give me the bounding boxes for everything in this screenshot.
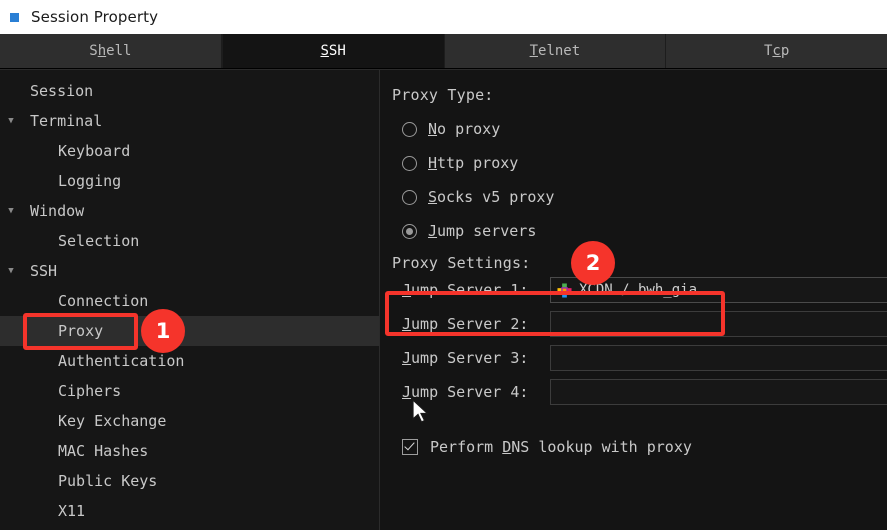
sidebar-item-public-keys[interactable]: Public Keys [0, 466, 379, 496]
tab-bar: Shell SSH Telnet Tcp [0, 34, 887, 69]
tab-telnet-label: Telnet [529, 43, 581, 59]
tab-telnet[interactable]: Telnet [444, 34, 667, 68]
session-pinwheel-icon [557, 282, 572, 298]
jump-server-2-label: Jump Server 2: [402, 315, 529, 333]
sidebar-item-mac-hashes[interactable]: MAC Hashes [0, 436, 379, 466]
jump-server-1-row: Jump Server 1: XCDN / bwh_gia [390, 274, 887, 306]
sidebar-item-label: Session [30, 82, 94, 100]
radio-socks-v5-proxy[interactable]: Socks v5 proxy [390, 180, 887, 214]
sidebar-item-window[interactable]: ▼ Window [0, 196, 379, 226]
radio-http-proxy-indicator[interactable] [402, 155, 417, 171]
radio-http-proxy[interactable]: Http proxy [390, 146, 887, 180]
sidebar-item-label: Public Keys [58, 472, 158, 490]
jump-server-3-label: Jump Server 3: [402, 349, 529, 367]
radio-jump-servers-label: Jump servers [428, 222, 537, 240]
sidebar-item-label: Connection [58, 292, 149, 310]
tab-shell-label: Shell [89, 43, 132, 59]
sidebar-item-x11[interactable]: X11 [0, 496, 379, 526]
proxy-settings-panel: Proxy Type: No proxy Http proxy Socks v5… [380, 69, 887, 530]
sidebar-item-key-exchange[interactable]: Key Exchange [0, 406, 379, 436]
tab-ssh-label: SSH [320, 43, 346, 59]
radio-socks-v5-proxy-indicator[interactable] [402, 189, 417, 205]
window-title: Session Property [31, 8, 159, 26]
dns-lookup-checkbox[interactable] [402, 439, 418, 455]
tab-ssh[interactable]: SSH [221, 34, 445, 68]
sidebar-item-authentication[interactable]: Authentication [0, 346, 379, 376]
sidebar-item-selection[interactable]: Selection [0, 226, 379, 256]
settings-tree-sidebar[interactable]: Session ▼ Terminal Keyboard Logging ▼ Window Se… [0, 69, 380, 530]
jump-server-1-label: Jump Server 1: [402, 281, 529, 299]
chevron-down-icon[interactable]: ▼ [0, 266, 22, 276]
tab-tcp[interactable]: Tcp [666, 34, 887, 68]
app-square-icon [10, 12, 19, 22]
main-content: Session ▼ Terminal Keyboard Logging ▼ Window Se… [0, 69, 887, 530]
radio-jump-servers-indicator[interactable] [402, 223, 417, 239]
jump-server-3-field[interactable] [550, 345, 887, 371]
sidebar-item-session[interactable]: Session [0, 76, 379, 106]
tab-tcp-label: Tcp [763, 43, 790, 59]
radio-no-proxy-label: No proxy [428, 120, 501, 138]
sidebar-item-label: Key Exchange [58, 412, 167, 430]
sidebar-item-connection[interactable]: Connection [0, 286, 379, 316]
proxy-settings-label: Proxy Settings: [392, 254, 531, 272]
chevron-down-icon[interactable]: ▼ [0, 206, 22, 216]
sidebar-item-label: Authentication [58, 352, 185, 370]
sidebar-item-label: Keyboard [58, 142, 131, 160]
sidebar-item-label: X11 [58, 502, 86, 520]
radio-http-proxy-label: Http proxy [428, 154, 519, 172]
jump-server-1-field[interactable]: XCDN / bwh_gia [550, 277, 887, 303]
jump-server-4-field[interactable] [550, 379, 887, 405]
tab-shell[interactable]: Shell [0, 34, 222, 68]
jump-server-4-label: Jump Server 4: [402, 383, 529, 401]
radio-no-proxy[interactable]: No proxy [390, 112, 887, 146]
radio-jump-servers[interactable]: Jump servers [390, 214, 887, 248]
sidebar-item-keyboard[interactable]: Keyboard [0, 136, 379, 166]
sidebar-item-label: Selection [58, 232, 140, 250]
radio-socks-v5-proxy-label: Socks v5 proxy [428, 188, 555, 206]
sidebar-item-label: Logging [58, 172, 122, 190]
sidebar-item-logging[interactable]: Logging [0, 166, 379, 196]
radio-no-proxy-indicator[interactable] [402, 121, 417, 137]
sidebar-item-ssh[interactable]: ▼ SSH [0, 256, 379, 286]
sidebar-item-proxy[interactable]: Proxy [0, 316, 379, 346]
sidebar-item-label: MAC Hashes [58, 442, 149, 460]
jump-server-3-row: Jump Server 3: [390, 342, 887, 374]
window-titlebar: Session Property [0, 0, 887, 34]
chevron-down-icon[interactable]: ▼ [0, 116, 22, 126]
dns-lookup-checkbox-row[interactable]: Perform DNS lookup with proxy [390, 438, 887, 456]
proxy-type-label: Proxy Type: [392, 86, 494, 104]
jump-server-1-value: XCDN / bwh_gia [579, 282, 698, 298]
sidebar-item-label: Terminal [30, 112, 103, 130]
sidebar-item-ciphers[interactable]: Ciphers [0, 376, 379, 406]
dns-lookup-label: Perform DNS lookup with proxy [430, 438, 692, 456]
jump-server-2-row: Jump Server 2: [390, 308, 887, 340]
sidebar-item-label: Proxy [58, 322, 104, 340]
sidebar-item-label: Ciphers [58, 382, 122, 400]
sidebar-item-terminal[interactable]: ▼ Terminal [0, 106, 379, 136]
sidebar-item-label: Window [30, 202, 85, 220]
sidebar-item-label: SSH [30, 262, 58, 280]
jump-server-4-row: Jump Server 4: [390, 376, 887, 408]
jump-server-2-field[interactable] [550, 311, 887, 337]
